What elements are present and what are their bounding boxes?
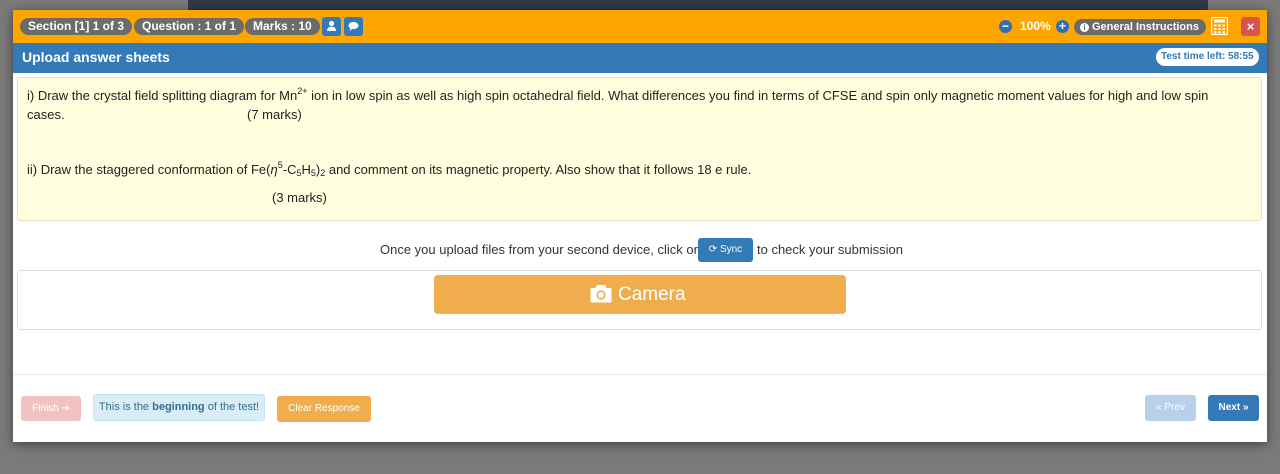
user-icon xyxy=(327,20,336,31)
zoom-in-button[interactable]: + xyxy=(1056,20,1069,33)
note-bold: beginning xyxy=(152,401,205,413)
finish-button[interactable]: Finish ➔ xyxy=(21,396,81,421)
note-text: This is the xyxy=(98,401,153,413)
question-2-marks: (3 marks) xyxy=(272,190,327,205)
eta-symbol: η xyxy=(270,162,278,177)
sync-button[interactable]: ⟳ Sync xyxy=(698,238,753,262)
page-title: Upload answer sheets xyxy=(22,49,170,65)
marks-badge: Marks : 10 xyxy=(245,18,320,35)
time-left-badge: Test time left: 58:55 xyxy=(1156,48,1259,66)
close-button[interactable]: × xyxy=(1241,17,1260,36)
question-1-line-1: i) Draw the crystal field splitting diag… xyxy=(27,86,1209,104)
profile-button[interactable] xyxy=(322,17,341,36)
close-icon: × xyxy=(1246,19,1255,34)
question-2-text-cont: and comment on its magnetic property. Al… xyxy=(325,162,752,177)
question-1-text: i) Draw the crystal field splitting diag… xyxy=(27,88,298,103)
next-button[interactable]: Next » xyxy=(1208,395,1259,421)
general-instructions-label: General Instructions xyxy=(1092,21,1199,33)
question-2-line: ii) Draw the staggered conformation of F… xyxy=(27,161,752,178)
question-2-text: ii) Draw the staggered conformation of F… xyxy=(27,162,271,177)
info-icon: i xyxy=(1080,23,1089,32)
calculator-button[interactable] xyxy=(1210,16,1229,36)
zoom-out-button[interactable]: − xyxy=(999,20,1012,33)
note-text-end: of the test! xyxy=(204,401,260,413)
panel-header: Upload answer sheets Test time left: 58:… xyxy=(13,43,1267,73)
camera-icon xyxy=(590,285,612,303)
upload-panel: Camera xyxy=(17,270,1262,330)
formula-part: -C xyxy=(282,162,297,177)
question-box: i) Draw the crystal field splitting diag… xyxy=(17,77,1262,221)
exam-toolbar: Section [1] 1 of 3 Question : 1 of 1 Mar… xyxy=(13,10,1267,43)
question-badge: Question : 1 of 1 xyxy=(134,18,245,35)
chat-button[interactable] xyxy=(344,17,363,36)
clear-response-button[interactable]: Clear Response xyxy=(277,396,371,422)
question-1-line-2: cases. xyxy=(27,107,65,122)
test-position-note: This is the beginning of the test! xyxy=(93,394,265,421)
comments-icon xyxy=(348,21,359,31)
question-1-superscript: 2+ xyxy=(297,86,308,96)
prev-button[interactable]: « Prev xyxy=(1145,395,1196,421)
formula-part: H xyxy=(301,162,311,177)
question-1-text-cont: ion in low spin as well as high spin oct… xyxy=(307,88,1209,103)
footer-divider xyxy=(13,374,1267,375)
sync-text-after: to check your submission xyxy=(757,242,903,257)
camera-button[interactable]: Camera xyxy=(434,275,846,314)
upload-modal: Section [1] 1 of 3 Question : 1 of 1 Mar… xyxy=(13,10,1267,442)
section-badge: Section [1] 1 of 3 xyxy=(20,18,133,35)
sync-instruction: Once you upload files from your second d… xyxy=(13,238,1267,262)
question-1-marks: (7 marks) xyxy=(247,107,302,122)
general-instructions-button[interactable]: i General Instructions xyxy=(1074,19,1206,35)
zoom-level: 100% xyxy=(1020,19,1051,33)
camera-label: Camera xyxy=(618,284,686,305)
calculator-icon xyxy=(1210,16,1229,36)
sync-text-before: Once you upload files from your second d… xyxy=(380,242,701,257)
